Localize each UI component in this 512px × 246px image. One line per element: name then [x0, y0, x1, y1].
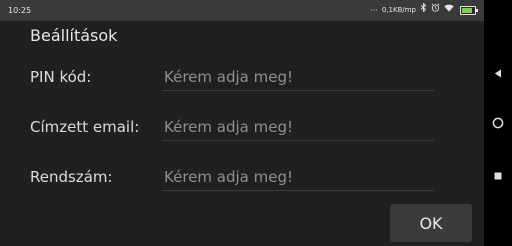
- home-button[interactable]: [484, 113, 512, 133]
- recent-apps-icon: [494, 165, 502, 184]
- email-row: Címzett email:: [30, 114, 484, 142]
- pin-row: PIN kód:: [30, 64, 484, 92]
- status-bar: 10:25 ··· 0,1KB/mp: [0, 0, 484, 21]
- network-speed: 0,1KB/mp: [381, 6, 416, 14]
- battery-fill: [462, 8, 472, 13]
- pin-input[interactable]: [162, 64, 434, 91]
- home-icon: [492, 114, 504, 133]
- email-input[interactable]: [162, 114, 434, 141]
- email-label: Címzett email:: [30, 118, 140, 136]
- plate-input[interactable]: [162, 164, 434, 191]
- pin-label: PIN kód:: [30, 68, 92, 86]
- wifi-icon: [444, 0, 454, 21]
- battery-icon: [460, 6, 478, 15]
- bluetooth-icon: [420, 0, 427, 21]
- plate-label: Rendszám:: [30, 168, 113, 186]
- back-icon: [494, 63, 502, 82]
- status-time: 10:25: [8, 6, 32, 15]
- dialog-title: Beállítások: [30, 26, 118, 45]
- recent-apps-button[interactable]: [484, 164, 512, 184]
- status-icons: ··· 0,1KB/mp: [370, 0, 478, 21]
- plate-row: Rendszám:: [30, 164, 484, 192]
- dots-icon: ···: [370, 5, 378, 15]
- settings-screen: 10:25 ··· 0,1KB/mp Beállítások PIN kód: …: [0, 0, 484, 246]
- back-button[interactable]: [484, 62, 512, 82]
- alarm-icon: [431, 0, 440, 21]
- ok-button[interactable]: OK: [390, 204, 472, 242]
- navigation-bar: [484, 0, 512, 246]
